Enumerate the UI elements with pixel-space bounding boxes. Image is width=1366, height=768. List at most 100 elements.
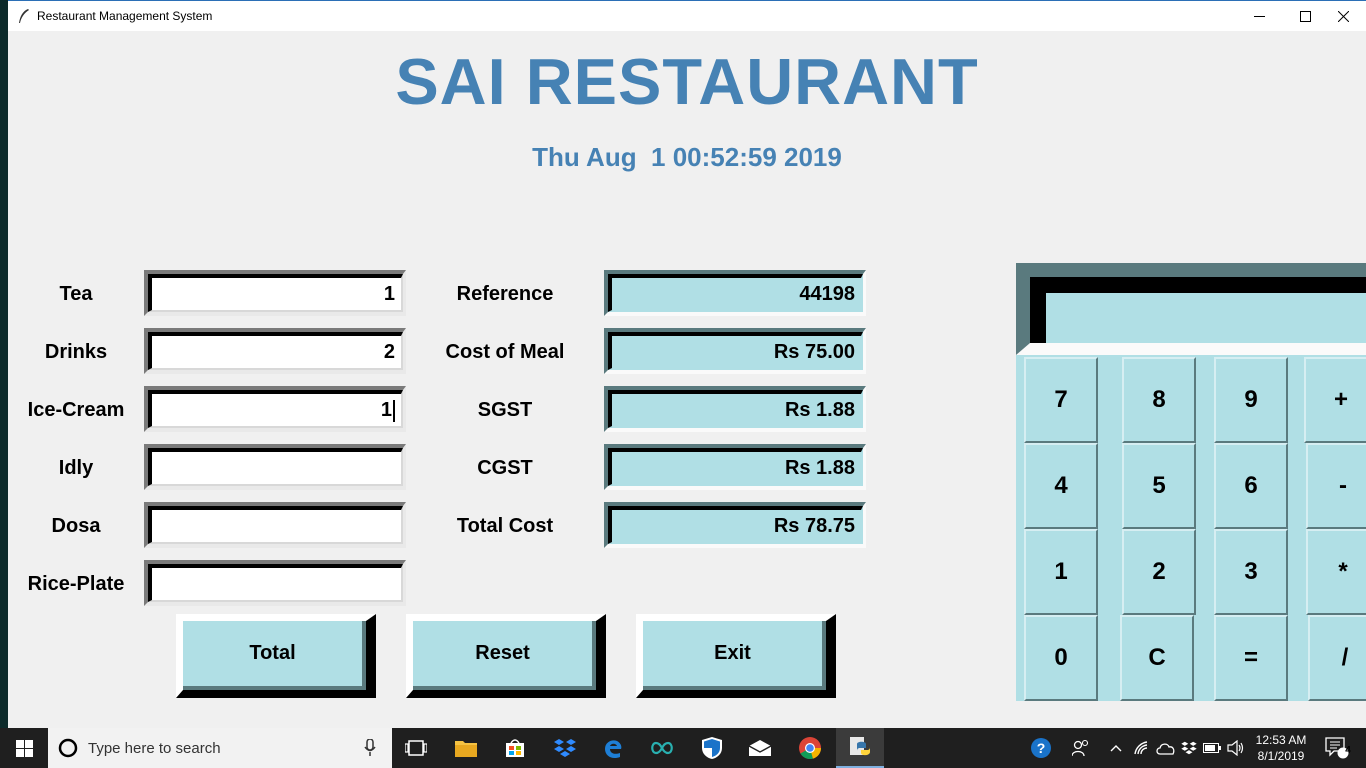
calculator-display-text	[1030, 277, 1366, 343]
defender-button[interactable]	[688, 728, 736, 768]
reference-value: 44198	[608, 274, 863, 312]
total-button[interactable]: Total	[176, 614, 376, 698]
label-sgst: SGST	[477, 399, 533, 421]
key-4[interactable]: 4	[1024, 443, 1098, 529]
taskbar-clock[interactable]: 12:53 AM 8/1/2019	[1246, 732, 1316, 764]
key-2[interactable]: 2	[1122, 529, 1196, 615]
ice-cream-value: 1	[380, 399, 392, 421]
maximize-icon	[1299, 10, 1311, 22]
battery-icon	[1203, 743, 1221, 753]
calculator-display[interactable]	[1016, 263, 1366, 355]
total-cost-field[interactable]: Rs 78.75	[604, 502, 866, 548]
mail-icon	[748, 740, 772, 756]
idly-value	[148, 448, 403, 486]
total-cost-value: Rs 78.75	[608, 506, 863, 544]
volume-button[interactable]	[1224, 728, 1248, 768]
label-rice-plate: Rice-Plate	[27, 573, 125, 595]
action-center-button[interactable]: 4	[1320, 728, 1354, 768]
dropbox-button[interactable]	[541, 728, 589, 768]
sgst-field[interactable]: Rs 1.88	[604, 386, 866, 432]
key-divide[interactable]: /	[1308, 615, 1366, 701]
notification-count: 4	[1345, 745, 1351, 756]
onedrive-button[interactable]	[1154, 728, 1178, 768]
file-explorer-button[interactable]	[442, 728, 490, 768]
key-clear[interactable]: C	[1120, 615, 1194, 701]
battery-button[interactable]	[1200, 728, 1224, 768]
key-1[interactable]: 1	[1024, 529, 1098, 615]
key-0[interactable]: 0	[1024, 615, 1098, 701]
key-9[interactable]: 9	[1214, 357, 1288, 443]
minimize-icon	[1253, 15, 1265, 17]
taskbar-time: 12:53 AM	[1255, 733, 1307, 747]
label-cost-of-meal: Cost of Meal	[445, 341, 565, 363]
desktop-background	[0, 0, 8, 728]
key-7[interactable]: 7	[1024, 357, 1098, 443]
label-ice-cream: Ice-Cream	[27, 399, 125, 421]
rice-plate-value	[148, 564, 403, 602]
exit-button[interactable]: Exit	[636, 614, 836, 698]
tea-value: 1	[148, 274, 403, 312]
key-3[interactable]: 3	[1214, 529, 1288, 615]
cost-of-meal-value: Rs 75.00	[608, 332, 863, 370]
start-button[interactable]	[0, 728, 48, 768]
ice-cream-field: 1	[148, 390, 403, 428]
microphone-icon[interactable]	[364, 739, 376, 757]
speaker-icon	[1227, 740, 1244, 756]
idly-input[interactable]	[144, 444, 406, 490]
close-button[interactable]	[1320, 1, 1366, 31]
chrome-button[interactable]	[786, 728, 834, 768]
taskbar-search[interactable]: Type here to search	[48, 728, 392, 768]
key-5[interactable]: 5	[1122, 443, 1196, 529]
ice-cream-input[interactable]: 1	[144, 386, 406, 432]
dosa-input[interactable]	[144, 502, 406, 548]
title-bar[interactable]: Restaurant Management System	[8, 0, 1366, 31]
people-button[interactable]	[1066, 728, 1096, 768]
python-button[interactable]	[836, 728, 884, 768]
key-6[interactable]: 6	[1214, 443, 1288, 529]
key-equals[interactable]: =	[1214, 615, 1288, 701]
key-plus[interactable]: +	[1304, 357, 1366, 443]
restaurant-heading: SAI RESTAURANT	[395, 45, 979, 118]
sgst-value: Rs 1.88	[608, 390, 863, 428]
svg-text:?: ?	[1037, 740, 1046, 756]
search-placeholder: Type here to search	[88, 740, 221, 757]
show-hidden-icons-button[interactable]	[1106, 728, 1126, 768]
reset-button[interactable]: Reset	[406, 614, 606, 698]
datetime-label: Thu Aug 1 00:52:59 2019	[532, 142, 842, 172]
minimize-button[interactable]	[1236, 1, 1282, 31]
key-8[interactable]: 8	[1122, 357, 1196, 443]
window-title: Restaurant Management System	[37, 9, 213, 23]
feather-icon	[19, 9, 29, 23]
store-icon	[506, 739, 524, 757]
text-caret	[393, 399, 395, 422]
task-view-icon	[405, 740, 427, 756]
label-total-cost: Total Cost	[456, 515, 554, 537]
label-drinks: Drinks	[44, 341, 108, 363]
dropbox-tray-button[interactable]	[1178, 728, 1200, 768]
reference-field[interactable]: 44198	[604, 270, 866, 316]
cloud-icon	[1156, 743, 1175, 755]
drinks-input[interactable]: 2	[144, 328, 406, 374]
store-button[interactable]	[491, 728, 539, 768]
edge-button[interactable]	[589, 728, 637, 768]
cgst-field[interactable]: Rs 1.88	[604, 444, 866, 490]
key-multiply[interactable]: *	[1306, 529, 1366, 615]
key-minus[interactable]: -	[1306, 443, 1366, 529]
help-tray-button[interactable]: ?	[1026, 728, 1056, 768]
exit-button-label: Exit	[643, 621, 826, 690]
task-view-button[interactable]	[392, 728, 440, 768]
python-icon	[850, 737, 870, 756]
people-icon	[1072, 739, 1089, 757]
mail-button[interactable]	[736, 728, 784, 768]
cost-of-meal-field[interactable]: Rs 75.00	[604, 328, 866, 374]
tea-input[interactable]: 1	[144, 270, 406, 316]
edge-icon	[605, 740, 622, 759]
dropbox-icon	[554, 739, 576, 757]
taskbar-date: 8/1/2019	[1257, 749, 1305, 763]
wifi-icon	[1134, 741, 1148, 755]
arduino-button[interactable]	[638, 728, 686, 768]
network-button[interactable]	[1130, 728, 1154, 768]
arduino-icon	[651, 741, 673, 755]
rice-plate-input[interactable]	[144, 560, 406, 606]
label-dosa: Dosa	[51, 515, 101, 537]
